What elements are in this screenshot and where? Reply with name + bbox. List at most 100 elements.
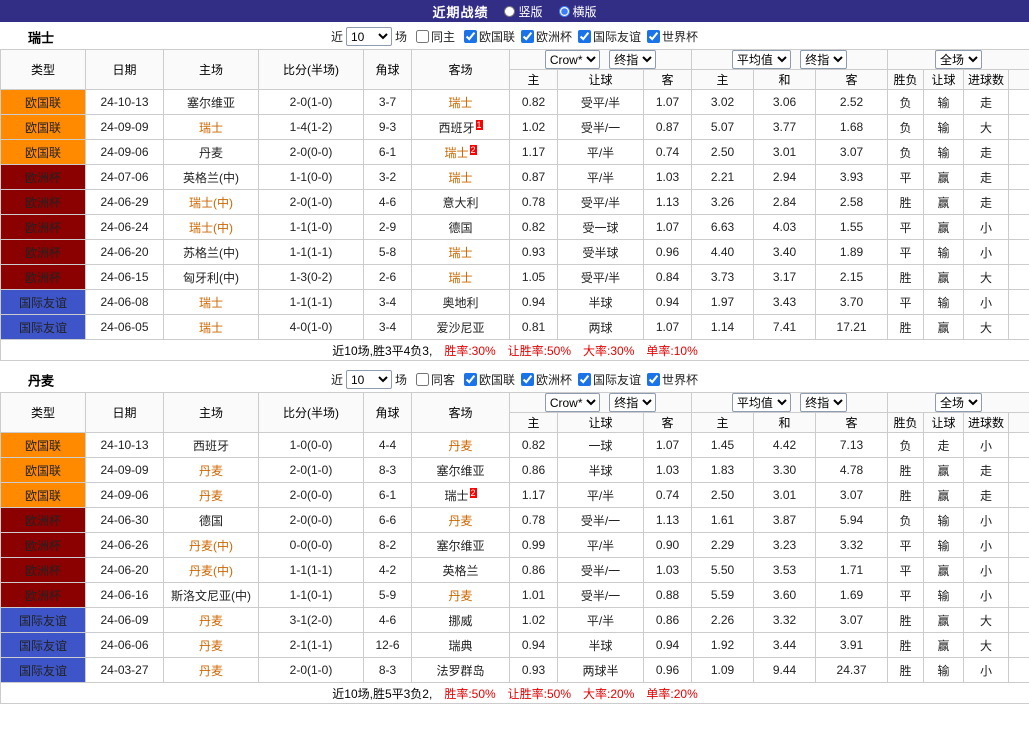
home-team: 丹麦(中) [164, 558, 259, 583]
avg-source-select[interactable]: 平均值 [732, 393, 791, 412]
result-handicap: 输 [924, 658, 964, 683]
col-header-corner: 角球 [364, 393, 412, 433]
matches-table: 类型 日期 主场 比分(半场) 角球 客场 Crow* 终指 平均值 终指 [0, 49, 1029, 361]
league-filter-4[interactable]: 世界杯 [647, 371, 698, 388]
league-filter-2[interactable]: 欧洲杯 [521, 28, 572, 45]
spacer-cell [1009, 483, 1029, 508]
avg-final-select[interactable]: 终指 [800, 393, 847, 412]
col-header-goals: 进球数 [964, 70, 1009, 90]
match-row: 欧洲杯24-06-16斯洛文尼亚(中)1-1(0-1)5-9丹麦1.01受半/一… [1, 583, 1029, 608]
away-team: 瑞士 [412, 165, 510, 190]
col-header-spacer [1009, 70, 1029, 90]
avg-away: 7.13 [816, 433, 888, 458]
same-venue-checkbox[interactable] [416, 373, 429, 386]
away-team: 瑞士 [412, 265, 510, 290]
score-halftime: 1-1(1-1) [259, 558, 364, 583]
layout-option-horizontal[interactable]: 横版 [559, 3, 597, 20]
league-checkbox[interactable] [521, 30, 534, 43]
scope-select[interactable]: 全场 [935, 393, 982, 412]
recent-count-select[interactable]: 10 [346, 370, 392, 389]
match-date: 24-06-30 [86, 508, 164, 533]
recent-count-select[interactable]: 10 [346, 27, 392, 46]
match-row: 欧洲杯24-06-20丹麦(中)1-1(1-1)4-2英格兰0.86受半/一1.… [1, 558, 1029, 583]
team-name: 瑞士 [28, 27, 54, 46]
league-filter-1[interactable]: 欧国联 [464, 371, 515, 388]
result-handicap: 赢 [924, 190, 964, 215]
corners: 9-3 [364, 115, 412, 140]
home-team-name: 丹麦 [199, 614, 223, 628]
avg-home: 1.92 [692, 633, 754, 658]
horizontal-layout-radio[interactable] [559, 6, 570, 17]
avg-draw: 3.60 [754, 583, 816, 608]
result-handicap: 输 [924, 90, 964, 115]
league-filter-1[interactable]: 欧国联 [464, 28, 515, 45]
league-checkbox[interactable] [521, 373, 534, 386]
odds-away: 0.96 [644, 658, 692, 683]
header-group-row: 类型 日期 主场 比分(半场) 角球 客场 Crow* 终指 平均值 终指 [1, 50, 1029, 70]
layout-option-vertical[interactable]: 竖版 [504, 3, 542, 20]
league-filter-3[interactable]: 国际友谊 [578, 371, 641, 388]
avg-draw: 3.77 [754, 115, 816, 140]
filter-controls: 近 10 场 同主 欧国联欧洲杯国际友谊世界杯 [331, 27, 698, 46]
league-checkbox[interactable] [464, 30, 477, 43]
summary-stat: 胜率:50% [444, 687, 495, 701]
league-checkbox[interactable] [464, 373, 477, 386]
match-date: 24-06-09 [86, 608, 164, 633]
corners: 4-2 [364, 558, 412, 583]
avg-final-select[interactable]: 终指 [800, 50, 847, 69]
avg-draw: 3.06 [754, 90, 816, 115]
col-header-avg-draw: 和 [754, 413, 816, 433]
avg-source-select[interactable]: 平均值 [732, 50, 791, 69]
odds-home: 0.93 [510, 658, 558, 683]
avg-home: 2.29 [692, 533, 754, 558]
same-venue-filter[interactable]: 同主 [416, 28, 455, 45]
score-halftime: 1-0(0-0) [259, 433, 364, 458]
league-checkbox[interactable] [578, 30, 591, 43]
result-outcome: 平 [888, 558, 924, 583]
rows-container: 欧国联24-10-13塞尔维亚2-0(1-0)3-7瑞士0.82受平/半1.07… [1, 90, 1029, 340]
same-venue-filter[interactable]: 同客 [416, 371, 455, 388]
odds-final-select[interactable]: 终指 [609, 50, 656, 69]
result-outcome: 胜 [888, 190, 924, 215]
score-halftime: 2-0(1-0) [259, 658, 364, 683]
league-checkbox[interactable] [578, 373, 591, 386]
result-outcome: 胜 [888, 315, 924, 340]
result-outcome: 负 [888, 90, 924, 115]
away-team-name: 瑞士 [448, 246, 472, 260]
match-type-badge: 欧洲杯 [1, 533, 86, 558]
vertical-layout-radio[interactable] [504, 6, 515, 17]
league-filter-4[interactable]: 世界杯 [647, 28, 698, 45]
league-filter-2[interactable]: 欧洲杯 [521, 371, 572, 388]
col-header-avg-home: 主 [692, 70, 754, 90]
corners: 5-8 [364, 240, 412, 265]
avg-away: 3.07 [816, 608, 888, 633]
home-team: 斯洛文尼亚(中) [164, 583, 259, 608]
home-team-name: 塞尔维亚 [187, 96, 235, 110]
avg-away: 3.70 [816, 290, 888, 315]
avg-draw: 9.44 [754, 658, 816, 683]
home-team-name: 丹麦 [199, 639, 223, 653]
match-type-badge: 欧洲杯 [1, 558, 86, 583]
match-type-badge: 欧洲杯 [1, 240, 86, 265]
avg-away: 1.71 [816, 558, 888, 583]
league-checkbox[interactable] [647, 373, 660, 386]
odds-source-select[interactable]: Crow* [545, 393, 600, 412]
same-venue-checkbox[interactable] [416, 30, 429, 43]
odds-source-select[interactable]: Crow* [545, 50, 600, 69]
league-checkbox[interactable] [647, 30, 660, 43]
avg-away: 24.37 [816, 658, 888, 683]
away-team-name: 意大利 [442, 196, 478, 210]
league-filter-3[interactable]: 国际友谊 [578, 28, 641, 45]
avg-home: 4.40 [692, 240, 754, 265]
odds-away: 1.03 [644, 165, 692, 190]
result-goals: 小 [964, 240, 1009, 265]
handicap: 受平/半 [558, 190, 644, 215]
avg-home: 3.26 [692, 190, 754, 215]
scope-select[interactable]: 全场 [935, 50, 982, 69]
avg-draw: 3.01 [754, 140, 816, 165]
spacer-cell [1009, 290, 1029, 315]
corners: 3-2 [364, 165, 412, 190]
odds-home: 1.17 [510, 140, 558, 165]
odds-final-select[interactable]: 终指 [609, 393, 656, 412]
home-team: 瑞士 [164, 115, 259, 140]
